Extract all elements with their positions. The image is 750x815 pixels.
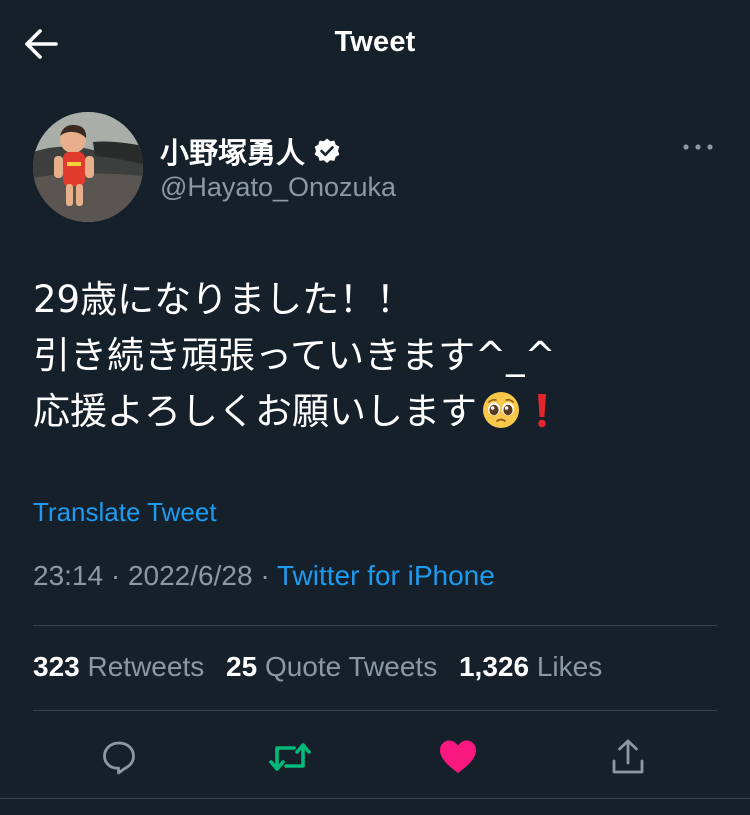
retweets-label: Retweets [87,651,205,682]
likes-stat[interactable]: 1,326 Likes [459,651,602,682]
meta-separator: · [252,560,277,591]
translate-tweet-link[interactable]: Translate Tweet [33,497,217,528]
tweet-line: 応援よろしくお願いします [33,390,477,433]
heart-icon [440,740,476,773]
tweet-line: 引き続き頑張っていきます^_^ [33,334,556,377]
red-exclamation-emoji [538,394,546,428]
tweet-source-link[interactable]: Twitter for iPhone [277,560,495,591]
tweet-text: 29歳になりました！！ 引き続き頑張っていきます^_^ 応援よろしくお願いします [33,272,723,440]
tweet-action-bar [0,732,750,782]
tweet-line: 29歳になりました！！ [33,278,414,321]
more-horizontal-icon [683,144,713,150]
retweets-count: 323 [33,651,80,682]
tweet-metadata: 23:14 · 2022/6/28 · Twitter for iPhone [33,560,495,592]
reply-button[interactable] [94,732,144,782]
tweet-time[interactable]: 23:14 [33,560,103,591]
quote-tweets-stat[interactable]: 25 Quote Tweets [226,651,437,682]
divider [33,625,717,626]
retweets-stat[interactable]: 323 Retweets [33,651,204,682]
more-options-button[interactable] [678,132,718,162]
divider [33,710,717,711]
likes-label: Likes [536,651,603,682]
tweet-line-with-emoji: 応援よろしくお願いします [33,384,723,440]
meta-separator: · [103,560,128,591]
author-name-row[interactable]: 小野塚勇人 [160,130,341,172]
share-icon [612,739,644,774]
likes-count: 1,326 [458,651,530,682]
quote-tweets-count: 25 [226,651,258,682]
reply-icon [103,741,135,775]
retweet-button[interactable] [265,732,315,782]
verified-badge-icon [314,138,340,163]
pleading-face-emoji [483,392,519,428]
user-handle[interactable]: @Hayato_Onozuka [160,172,396,203]
avatar[interactable] [33,112,143,222]
retweet-icon [269,743,311,771]
avatar-photo [33,112,143,222]
top-bar: Tweet [0,0,750,92]
engagement-stats: 323 Retweets 25 Quote Tweets 1,326 Likes [33,651,616,683]
tweet-date[interactable]: 2022/6/28 [128,560,253,591]
display-name[interactable]: 小野塚勇人 [160,130,305,172]
page-title: Tweet [334,26,416,58]
divider [0,798,750,799]
like-button[interactable] [433,732,483,782]
quote-tweets-label: Quote Tweets [264,651,438,682]
share-button[interactable] [603,732,653,782]
